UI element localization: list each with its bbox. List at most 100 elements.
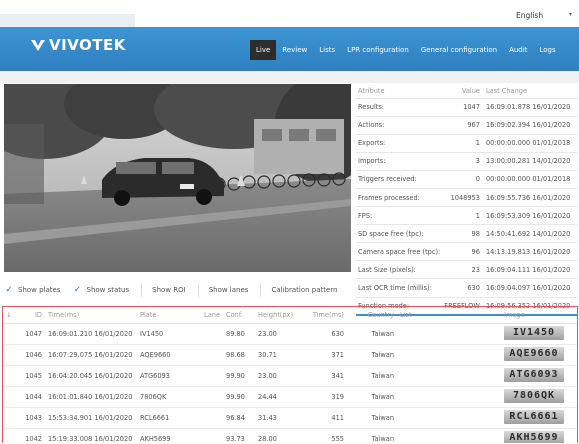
conf-header[interactable]: Conf. [223, 307, 255, 324]
result-time-ms: 630 [303, 323, 347, 345]
time-ms-header[interactable]: Time(ms) [303, 307, 347, 324]
attribute-header: Atribute [356, 84, 443, 99]
result-country: Taiwan [347, 323, 397, 345]
nav-logs[interactable]: Logs [533, 40, 561, 60]
result-time-ms: 411 [303, 407, 347, 429]
show-plates-label: Show plates [18, 286, 61, 294]
show-roi-checkbox[interactable]: Show ROI [152, 286, 186, 294]
status-attribute: SD space free (tpc): [356, 224, 443, 244]
plate-crop-image[interactable]: ATG6093 [504, 367, 564, 382]
status-value: 967 [442, 116, 484, 135]
result-lane [197, 344, 223, 366]
status-last-change: 16:09:02.394 16/01/2020 [483, 116, 578, 135]
logo-tab [0, 14, 135, 27]
result-row[interactable]: 1046 16:07:29.075 16/01/2020 AQE9660 98.68 3… [3, 344, 577, 366]
status-attribute: Camera space free (tpc): [356, 242, 443, 262]
result-conf: 98.68 [223, 344, 255, 366]
calibration-pattern-checkbox[interactable]: Calibration pattern [271, 286, 337, 294]
show-status-checkbox[interactable]: ✓ Show status [73, 285, 129, 295]
result-row[interactable]: 1047 16:09:01.210 16/01/2020 IV1450 89.80 23… [3, 323, 577, 345]
status-row: Imports: 3 13:00:00.281 14/01/2020 [356, 152, 578, 171]
result-list [397, 386, 501, 408]
checkmark-icon: ✓ [5, 285, 13, 295]
time-header[interactable]: Time(ms) [45, 307, 137, 324]
camera-live-view[interactable] [4, 84, 351, 272]
list-header[interactable]: List [397, 307, 501, 324]
result-plate: 7806QK [137, 386, 197, 408]
divider [197, 283, 199, 297]
status-attribute: Triggers received: [356, 170, 443, 189]
nav-lists[interactable]: Lists [313, 40, 341, 60]
show-lanes-checkbox[interactable]: Show lanes [209, 286, 249, 294]
result-height: 31.43 [255, 407, 303, 429]
status-table-header: Atribute Value Last Change [356, 84, 578, 99]
status-value: 96 [442, 242, 484, 262]
result-height: 30.71 [255, 344, 303, 366]
result-image[interactable]: RCL6661 [501, 407, 577, 429]
language-select[interactable]: English ▾ [504, 6, 574, 24]
status-attribute: Actions: [356, 116, 443, 135]
sort-spacer [3, 386, 19, 408]
result-image[interactable]: 7806QK [501, 386, 577, 408]
id-header[interactable]: ID [19, 307, 45, 324]
plate-header[interactable]: Plate [137, 307, 197, 324]
result-plate: IV1450 [137, 323, 197, 345]
result-id: 1043 [19, 407, 45, 429]
plate-crop-image[interactable]: AQE9660 [504, 346, 564, 361]
height-header[interactable]: Height(px) [255, 307, 303, 324]
status-last-change: 16:09:01.878 16/01/2020 [483, 98, 578, 117]
brand-name: VIVOTEK [49, 36, 126, 54]
result-conf: 89.80 [223, 323, 255, 345]
nav-live[interactable]: Live [250, 40, 277, 60]
sort-spacer [3, 428, 19, 443]
result-image[interactable]: IV1450 [501, 323, 577, 345]
status-attribute: Last Size (pixels): [356, 260, 443, 280]
result-plate: RCL6661 [137, 407, 197, 429]
result-image[interactable]: AKH5699 [501, 428, 577, 443]
nav-lpr-configuration[interactable]: LPR configuration [341, 40, 415, 60]
main-nav: Live Review Lists LPR configuration Gene… [250, 40, 562, 60]
status-last-change: 14:50:41.692 14/01/2020 [483, 224, 578, 244]
plate-crop-image[interactable]: AKH5699 [504, 430, 564, 443]
status-attribute: Frames processed: [356, 188, 443, 208]
result-time-ms: 555 [303, 428, 347, 443]
country-header[interactable]: Country [347, 307, 397, 324]
status-attribute: Results: [356, 98, 443, 117]
lane-header[interactable]: Lane [197, 307, 223, 324]
nav-general-configuration[interactable]: General configuration [415, 40, 503, 60]
result-row[interactable]: 1045 16:04:20.045 16/01/2020 ATG6093 99.90 2… [3, 365, 577, 387]
result-height: 24.44 [255, 386, 303, 408]
result-time: 16:01:01.840 16/01/2020 [45, 386, 137, 408]
plate-crop-image[interactable]: IV1450 [504, 325, 564, 340]
plate-crop-image[interactable]: RCL6661 [504, 409, 564, 424]
result-list [397, 344, 501, 366]
result-image[interactable]: AQE9660 [501, 344, 577, 366]
result-conf: 99.90 [223, 386, 255, 408]
status-row: SD space free (tpc): 98 14:50:41.692 14/01… [356, 224, 578, 244]
image-header[interactable]: Image [501, 307, 577, 324]
result-time: 15:19:33.008 16/01/2020 [45, 428, 137, 443]
sort-spacer [3, 407, 19, 429]
nav-review[interactable]: Review [276, 40, 313, 60]
status-row: Frames processed: 1048953 16:09:55.736 16/… [356, 188, 578, 208]
nav-audit[interactable]: Audit [503, 40, 533, 60]
result-row[interactable]: 1043 15:53:34.901 16/01/2020 RCL6661 96.84 3… [3, 407, 577, 429]
result-image[interactable]: ATG6093 [501, 365, 577, 387]
sort-arrow-icon[interactable]: ↓ [3, 307, 19, 324]
divider [141, 283, 143, 297]
status-table: Atribute Value Last Change Results: 1047 1… [356, 84, 578, 317]
plate-crop-image[interactable]: 7806QK [504, 388, 564, 403]
result-id: 1047 [19, 323, 45, 345]
result-row[interactable]: 1044 16:01:01.840 16/01/2020 7806QK 99.90 24… [3, 386, 577, 408]
status-value: 23 [442, 260, 484, 280]
result-country: Taiwan [347, 407, 397, 429]
show-plates-checkbox[interactable]: ✓ Show plates [4, 285, 61, 295]
status-last-change: 16:09:53.309 16/01/2020 [483, 206, 578, 226]
sort-spacer [3, 344, 19, 366]
result-time-ms: 341 [303, 365, 347, 387]
result-conf: 93.73 [223, 428, 255, 443]
result-lane [197, 365, 223, 387]
result-time-ms: 319 [303, 386, 347, 408]
result-row[interactable]: 1042 15:19:33.008 16/01/2020 AKH5699 93.73 2… [3, 428, 577, 443]
result-time: 16:07:29.075 16/01/2020 [45, 344, 137, 366]
